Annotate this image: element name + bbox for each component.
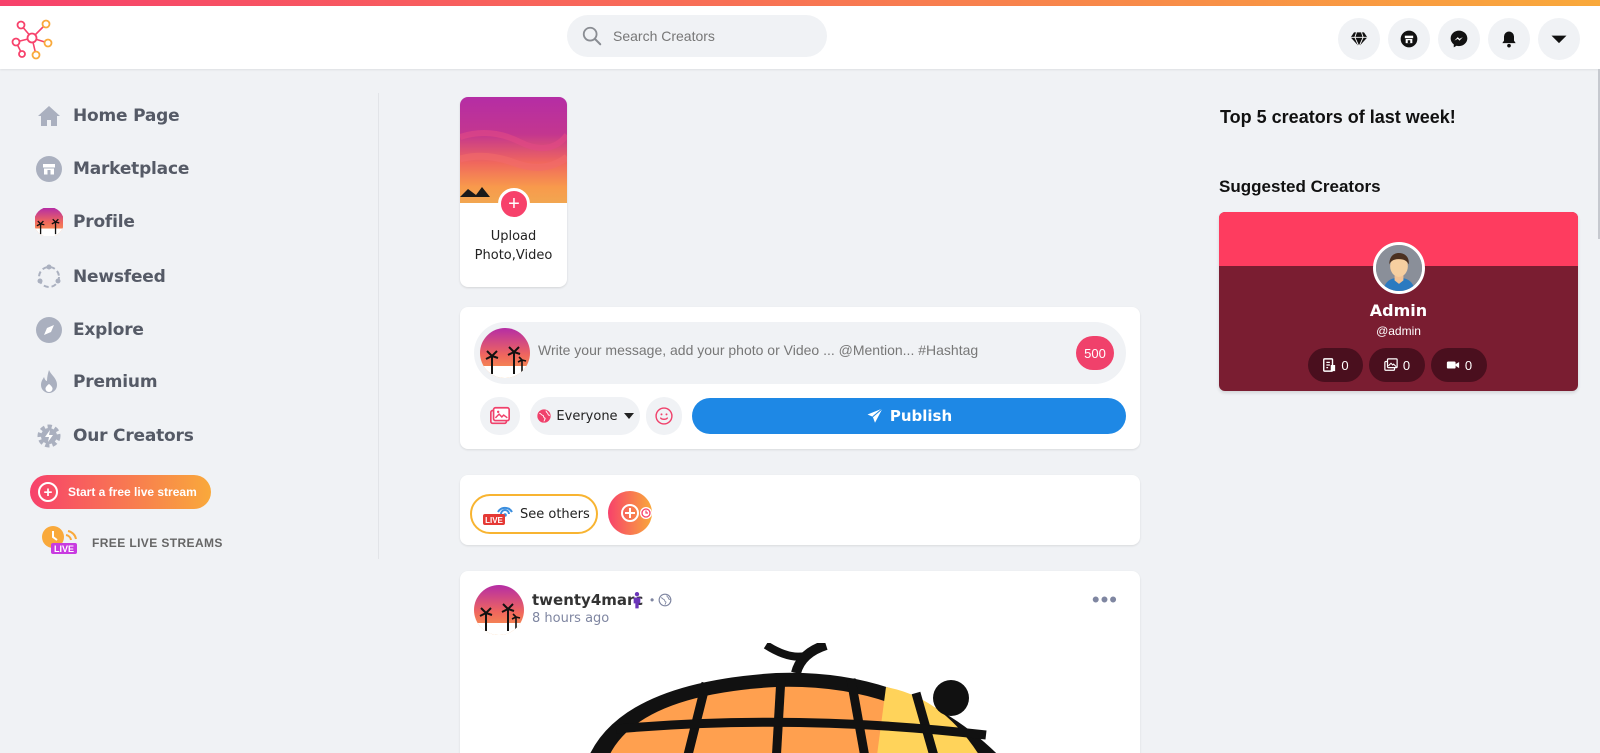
messages-button[interactable] xyxy=(1438,18,1480,60)
photo-gallery-icon xyxy=(490,406,510,425)
sidebar-item-marketplace[interactable]: Marketplace xyxy=(34,153,189,185)
search-bar[interactable] xyxy=(567,15,827,57)
document-icon xyxy=(1323,358,1336,372)
sidebar-item-label: Premium xyxy=(73,372,158,392)
search-icon xyxy=(582,26,602,46)
avatar[interactable] xyxy=(474,585,524,635)
privacy-value: Everyone xyxy=(556,408,618,424)
sidebar-item-premium[interactable]: Premium xyxy=(34,366,158,398)
notifications-button[interactable] xyxy=(1488,18,1530,60)
see-others-label: See others xyxy=(520,506,590,522)
avatar[interactable] xyxy=(1373,242,1425,294)
sidebar-item-label: Explore xyxy=(73,320,144,340)
live-streams-bar: LIVE See others xyxy=(460,475,1140,545)
messenger-icon xyxy=(1450,30,1468,48)
add-media-button[interactable] xyxy=(480,397,520,435)
privacy-dropdown[interactable]: Everyone xyxy=(530,397,640,435)
globe-icon xyxy=(658,593,672,607)
separator-dot: • xyxy=(650,593,655,607)
sidebar-item-label: Marketplace xyxy=(73,159,190,179)
upload-label-line1: Upload xyxy=(490,229,537,244)
live-button-label: Start a free live stream xyxy=(68,485,197,499)
start-live-stream-button[interactable]: + Start a free live stream xyxy=(30,475,211,509)
sidebar-item-label: Our Creators xyxy=(73,426,194,446)
creator-posts-count: 0 xyxy=(1308,348,1363,382)
top-header xyxy=(0,6,1600,69)
creator-photos-count: 0 xyxy=(1369,348,1425,382)
post-options-button[interactable]: ••• xyxy=(1092,589,1118,611)
message-input[interactable] xyxy=(538,342,1058,366)
video-camera-icon xyxy=(1446,361,1459,369)
caret-down-icon xyxy=(1551,35,1567,44)
marketplace-button[interactable] xyxy=(1388,18,1430,60)
post-meta: • xyxy=(632,591,672,609)
sidebar-item-label: Profile xyxy=(73,212,135,232)
post-composer: 500 Everyone Publish xyxy=(460,307,1140,449)
add-live-story-button[interactable] xyxy=(608,491,652,535)
person-badge-icon xyxy=(633,592,641,609)
composer-input-area[interactable]: 500 xyxy=(474,322,1126,384)
plus-clock-icon xyxy=(621,504,652,522)
live-badge-icon: LIVE xyxy=(40,525,80,560)
post-image[interactable] xyxy=(586,640,1006,753)
top-creators-title: Top 5 creators of last week! xyxy=(1220,107,1456,127)
store-icon xyxy=(1400,30,1418,48)
svg-text:LIVE: LIVE xyxy=(54,544,74,554)
posts-count-value: 0 xyxy=(1341,357,1349,373)
videos-count-value: 0 xyxy=(1464,357,1473,373)
character-counter: 500 xyxy=(1076,336,1114,370)
free-live-streams-link[interactable]: LIVE FREE LIVE STREAMS xyxy=(40,525,223,560)
suggested-creators-title: Suggested Creators xyxy=(1219,177,1381,196)
upload-story-card[interactable]: + Upload Photo,Video xyxy=(460,97,567,287)
avatar xyxy=(34,207,64,237)
premium-diamond-button[interactable] xyxy=(1338,18,1380,60)
gear-bolt-icon xyxy=(34,421,64,451)
publish-label: Publish xyxy=(889,407,953,425)
account-menu-button[interactable] xyxy=(1538,18,1580,60)
caret-down-icon xyxy=(623,413,634,419)
upload-label-line2: Photo,Video xyxy=(474,248,553,263)
newsfeed-icon xyxy=(34,262,64,292)
sidebar-item-label: Newsfeed xyxy=(73,267,166,287)
upload-label: Upload Photo,Video xyxy=(460,227,567,265)
home-icon xyxy=(34,101,64,131)
add-story-button[interactable]: + xyxy=(498,188,530,220)
sidebar-item-our-creators[interactable]: Our Creators xyxy=(34,420,194,452)
compass-icon xyxy=(34,315,64,345)
sidebar-item-newsfeed[interactable]: Newsfeed xyxy=(34,261,166,293)
store-icon xyxy=(34,154,64,184)
svg-text:LIVE: LIVE xyxy=(485,516,503,525)
sidebar-item-home[interactable]: Home Page xyxy=(34,100,180,132)
diamond-icon xyxy=(1350,32,1368,48)
sidebar-item-label: Home Page xyxy=(73,106,180,126)
avatar xyxy=(480,328,530,378)
image-icon xyxy=(1384,358,1398,371)
creator-name[interactable]: Admin xyxy=(1219,301,1578,320)
creator-videos-count: 0 xyxy=(1431,348,1487,382)
sidebar-item-explore[interactable]: Explore xyxy=(34,314,144,346)
plus-icon: + xyxy=(38,482,58,502)
emoji-button[interactable] xyxy=(646,397,682,435)
paper-plane-icon xyxy=(867,408,883,423)
sidebar-item-profile[interactable]: Profile xyxy=(34,206,135,238)
post-author-name[interactable]: twenty4marc xyxy=(532,591,643,609)
live-broadcast-icon: LIVE xyxy=(483,506,513,525)
feed-post: twenty4marc • 8 hours ago ••• xyxy=(460,571,1140,753)
site-logo[interactable] xyxy=(8,16,56,62)
sidebar-divider xyxy=(378,93,379,559)
bell-icon xyxy=(1502,31,1516,48)
photos-count-value: 0 xyxy=(1402,357,1411,373)
post-timestamp[interactable]: 8 hours ago xyxy=(532,611,609,626)
suggested-creator-card[interactable]: Admin @admin 0 0 0 xyxy=(1219,212,1578,391)
search-input[interactable] xyxy=(613,28,813,44)
flame-icon xyxy=(34,367,64,397)
smiley-icon xyxy=(655,407,673,425)
free-live-streams-label: FREE LIVE STREAMS xyxy=(92,535,223,550)
see-others-button[interactable]: LIVE See others xyxy=(470,494,598,534)
globe-icon xyxy=(537,409,552,423)
publish-button[interactable]: Publish xyxy=(692,398,1126,434)
creator-handle: @admin xyxy=(1376,324,1421,338)
